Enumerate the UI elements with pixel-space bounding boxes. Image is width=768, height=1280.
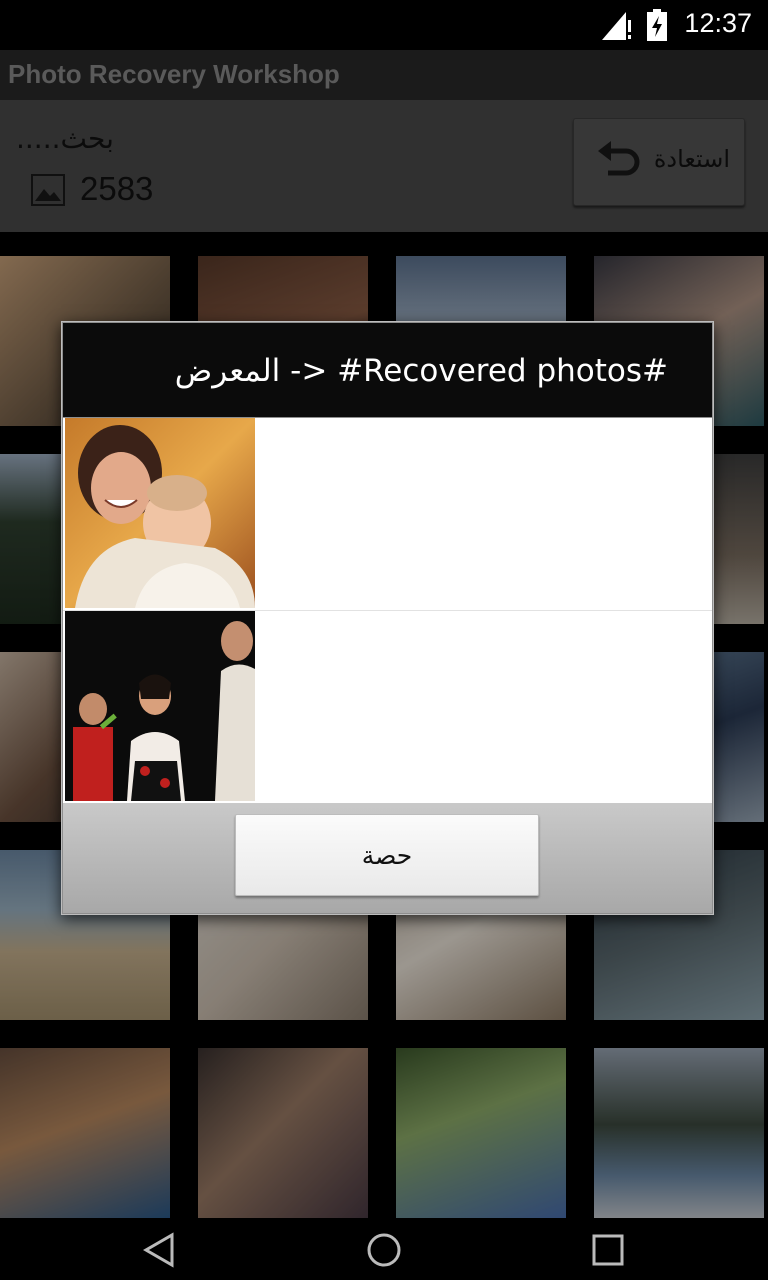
dialog-list <box>63 418 712 803</box>
dialog-title: المعرض -> #Recovered photos# <box>174 353 668 389</box>
battery-icon <box>647 9 667 41</box>
photo-thumbnail-mother-baby <box>65 418 255 608</box>
gallery-dialog: المعرض -> #Recovered photos# حصة <box>61 321 714 915</box>
home-icon[interactable] <box>366 1232 402 1268</box>
share-button[interactable]: حصة <box>235 814 539 896</box>
signal-icon <box>602 12 631 40</box>
nav-bar <box>0 1218 768 1280</box>
status-time: 12:37 <box>684 8 752 38</box>
dialog-footer: حصة <box>63 803 712 913</box>
back-icon[interactable] <box>142 1232 178 1268</box>
list-item[interactable] <box>63 418 712 610</box>
photo-thumbnail-performers <box>65 611 255 801</box>
list-item[interactable] <box>63 610 712 803</box>
dialog-header: المعرض -> #Recovered photos# <box>63 323 712 417</box>
recents-icon[interactable] <box>590 1232 626 1268</box>
status-bar: 12:37 <box>0 0 768 50</box>
